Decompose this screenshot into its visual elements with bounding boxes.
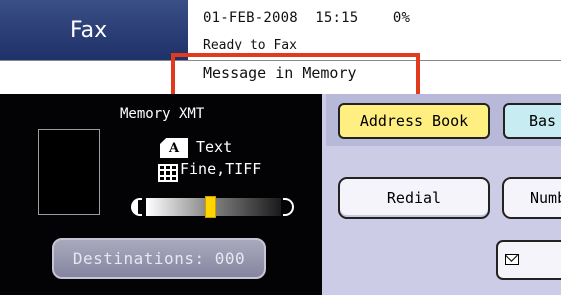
date-text: 01-FEB-2008 <box>203 10 298 26</box>
original-type-icon: A <box>160 138 188 158</box>
ready-status: Ready to Fax <box>203 38 297 50</box>
contrast-light-icon-fill <box>133 200 138 214</box>
contrast-slider-knob[interactable] <box>205 196 217 218</box>
app-title-text: Fax <box>70 17 108 43</box>
original-type-label: Text <box>196 138 233 156</box>
memory-usage-text: 0% <box>392 10 411 26</box>
transmission-mode-label: Memory XMT <box>120 106 205 122</box>
envelope-icon <box>505 254 519 265</box>
resolution-label: Fine,TIFF <box>180 160 262 178</box>
number-button[interactable]: Numb <box>502 177 561 219</box>
tab-address-book[interactable]: Address Book <box>338 103 490 139</box>
destinations-button[interactable]: Destinations: 000 <box>52 238 266 279</box>
time-text: 15:15 <box>315 10 359 26</box>
resolution-grid-icon <box>158 164 178 182</box>
document-preview <box>38 129 100 215</box>
highlight-box <box>171 53 420 100</box>
app-title: Fax <box>0 0 188 60</box>
status-line: 01-FEB-2008 15:15 0% <box>203 10 543 32</box>
original-type-icon-letter: A <box>168 140 180 156</box>
redial-button[interactable]: Redial <box>338 177 490 219</box>
tab-basic[interactable]: Bas <box>503 103 561 139</box>
